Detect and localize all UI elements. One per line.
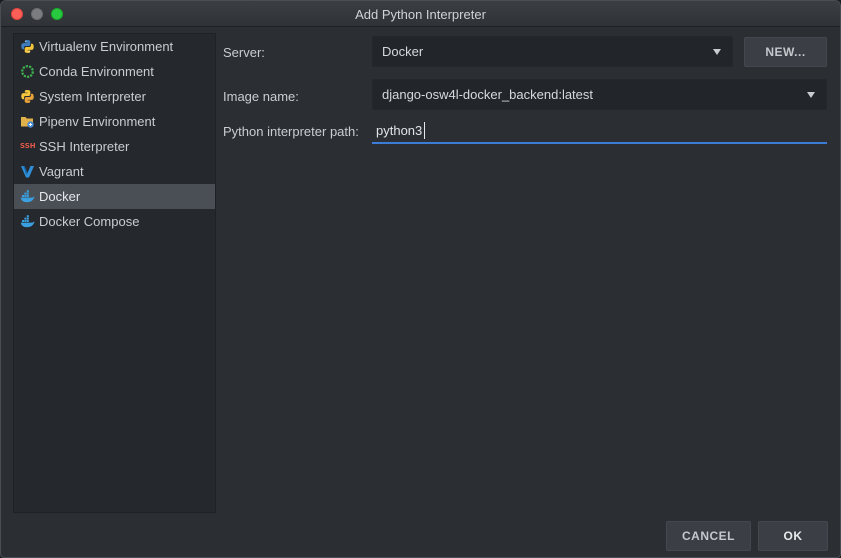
title-bar: Add Python Interpreter: [1, 1, 840, 27]
sidebar-item-vagrant[interactable]: Vagrant: [14, 159, 215, 184]
vagrant-icon: [20, 164, 35, 179]
server-select[interactable]: Docker: [372, 36, 733, 67]
python-icon: [20, 89, 35, 104]
new-server-button[interactable]: NEW...: [744, 37, 827, 67]
docker-icon: [20, 189, 35, 204]
sidebar-item-system-interpreter[interactable]: System Interpreter: [14, 84, 215, 109]
server-label: Server:: [223, 45, 265, 60]
sidebar-item-label: SSH Interpreter: [39, 139, 130, 154]
cancel-button[interactable]: CANCEL: [666, 521, 751, 551]
interpreter-path-label: Python interpreter path:: [223, 124, 359, 139]
interpreter-type-list: Virtualenv Environment Conda Environment…: [13, 33, 216, 513]
python-icon: [20, 39, 35, 54]
image-name-value: django-osw4l-docker_backend:latest: [382, 87, 594, 102]
image-name-label: Image name:: [223, 89, 299, 104]
sidebar-item-ssh[interactable]: SSH SSH Interpreter: [14, 134, 215, 159]
chevron-down-icon: [807, 92, 815, 98]
sidebar-item-conda[interactable]: Conda Environment: [14, 59, 215, 84]
add-python-interpreter-dialog: Add Python Interpreter Virtualenv Enviro…: [0, 0, 841, 558]
sidebar-item-docker-compose[interactable]: Docker Compose: [14, 209, 215, 234]
conda-icon: [20, 64, 35, 79]
ssh-icon: SSH: [20, 142, 36, 150]
sidebar-item-label: System Interpreter: [39, 89, 146, 104]
sidebar-item-label: Docker: [39, 189, 81, 204]
interpreter-path-input[interactable]: [372, 118, 827, 144]
window-title: Add Python Interpreter: [355, 7, 486, 22]
ok-button[interactable]: OK: [758, 521, 828, 551]
sidebar-item-label: Docker Compose: [39, 214, 140, 229]
sidebar-item-virtualenv[interactable]: Virtualenv Environment: [14, 34, 215, 59]
sidebar-item-label: Vagrant: [39, 164, 84, 179]
pipenv-icon: [20, 114, 35, 129]
docker-icon: [20, 214, 35, 229]
chevron-down-icon: [713, 49, 721, 55]
sidebar-item-label: Conda Environment: [39, 64, 154, 79]
sidebar-item-label: Virtualenv Environment: [39, 39, 174, 54]
sidebar-item-docker[interactable]: Docker: [14, 184, 215, 209]
server-select-value: Docker: [382, 44, 424, 59]
text-caret: [424, 122, 425, 139]
sidebar-item-label: Pipenv Environment: [39, 114, 156, 129]
image-name-select[interactable]: django-osw4l-docker_backend:latest: [372, 79, 827, 110]
sidebar-item-pipenv[interactable]: Pipenv Environment: [14, 109, 215, 134]
